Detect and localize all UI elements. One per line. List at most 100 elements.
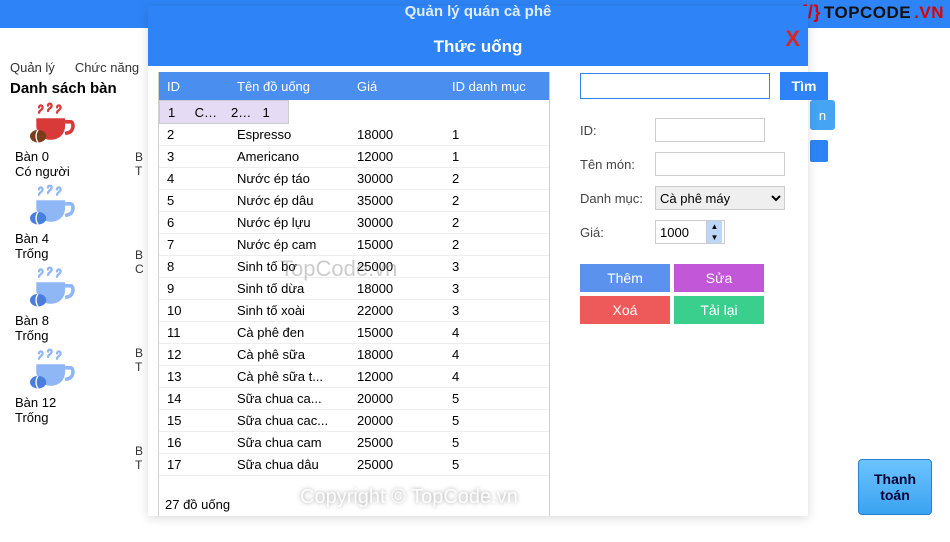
cell-price: 25000 — [349, 457, 444, 472]
cell-price: 15000 — [349, 325, 444, 340]
table-row[interactable]: 10Sinh tố xoài220003 — [159, 300, 549, 322]
partial-letter: T — [135, 164, 144, 178]
table-row[interactable]: 8Sinh tố bơ250003 — [159, 256, 549, 278]
table-item[interactable]: Bàn 4Trống — [15, 184, 150, 261]
table-row[interactable]: 6Nước ép lựu300002 — [159, 212, 549, 234]
form-panel: Tìm ID: Tên món: Danh mục: Cà phê máy Gi… — [550, 72, 834, 516]
table-row[interactable]: 13Cà phê sữa t...120004 — [159, 366, 549, 388]
cell-name: Nước ép táo — [229, 171, 349, 186]
cup-icon — [25, 102, 80, 147]
price-label: Giá: — [580, 225, 655, 240]
table-row[interactable]: 5Nước ép dâu350002 — [159, 190, 549, 212]
col-name[interactable]: Tên đồ uống — [229, 79, 349, 94]
cell-name: Cà phê đen — [229, 325, 349, 340]
table-status: Có người — [15, 164, 150, 179]
cell-cat: 2 — [444, 237, 549, 252]
cell-id: 16 — [159, 435, 229, 450]
sidebar-header: Danh sách bàn — [10, 80, 117, 97]
table-name: Bàn 8 — [15, 313, 150, 328]
cell-name: Nước ép cam — [229, 237, 349, 252]
cell-name: Cà phê sữa — [229, 347, 349, 362]
col-cat[interactable]: ID danh mục — [444, 79, 549, 94]
col-price[interactable]: Giá — [349, 79, 444, 94]
table-row[interactable]: 7Nước ép cam150002 — [159, 234, 549, 256]
pay-button[interactable]: Thanh toán — [858, 459, 932, 515]
cup-icon — [25, 348, 80, 393]
partial-letter: B — [135, 248, 144, 262]
spin-up-icon[interactable]: ▲ — [706, 221, 722, 232]
cell-id: 8 — [159, 259, 229, 274]
cell-cat: 3 — [444, 259, 549, 274]
cell-cat: 5 — [444, 391, 549, 406]
category-select[interactable]: Cà phê máy — [655, 186, 785, 210]
cell-price: 20000 — [349, 391, 444, 406]
cell-cat: 1 — [255, 105, 288, 120]
cell-cat: 5 — [444, 457, 549, 472]
table-row[interactable]: 11Cà phê đen150004 — [159, 322, 549, 344]
cell-name: Sinh tố bơ — [229, 259, 349, 274]
delete-button[interactable]: Xoá — [580, 296, 670, 324]
table-item[interactable]: Bàn 0Có người — [15, 102, 150, 179]
table-row[interactable]: 17Sữa chua dâu250005 — [159, 454, 549, 476]
table-row[interactable]: 14Sữa chua ca...200005 — [159, 388, 549, 410]
table-row[interactable]: 2Espresso180001 — [159, 124, 549, 146]
spin-down-icon[interactable]: ▼ — [706, 232, 722, 243]
table-item[interactable]: Bàn 8Trống — [15, 266, 150, 343]
cell-cat: 3 — [444, 281, 549, 296]
price-spinner[interactable]: ▲ ▼ — [655, 220, 725, 244]
search-button[interactable]: Tìm — [780, 72, 828, 100]
table-row[interactable]: 1Cappuccino250001 — [159, 100, 289, 124]
cell-id: 4 — [159, 171, 229, 186]
cell-id: 13 — [159, 369, 229, 384]
cell-id: 5 — [159, 193, 229, 208]
id-field[interactable] — [655, 118, 765, 142]
col-id[interactable]: ID — [159, 79, 229, 94]
partial-letter: B — [135, 346, 144, 360]
cell-id: 1 — [160, 105, 187, 120]
cell-name: Americano — [229, 149, 349, 164]
cell-price: 25000 — [349, 259, 444, 274]
partial-letter: C — [135, 262, 144, 276]
cell-price: 25000 — [223, 105, 255, 120]
table-row[interactable]: 3Americano120001 — [159, 146, 549, 168]
partial-letter: T — [135, 360, 144, 374]
cell-cat: 3 — [444, 303, 549, 318]
table-row[interactable]: 4Nước ép táo300002 — [159, 168, 549, 190]
table-name: Bàn 4 — [15, 231, 150, 246]
search-input[interactable] — [580, 73, 770, 99]
table-status: Trống — [15, 328, 150, 343]
modal-titlebar: Quản lý quán cà phê — [148, 6, 808, 34]
table-row[interactable]: 16Sữa chua cam250005 — [159, 432, 549, 454]
table-item[interactable]: Bàn 12Trống — [15, 348, 150, 425]
cell-cat: 2 — [444, 171, 549, 186]
table-row[interactable]: 15Sữa chua cac...200005 — [159, 410, 549, 432]
drinks-grid[interactable]: ID Tên đồ uống Giá ID danh mục 1Cappucci… — [158, 72, 550, 516]
cell-id: 9 — [159, 281, 229, 296]
cell-name: Sinh tố xoài — [229, 303, 349, 318]
table-row[interactable]: 12Cà phê sữa180004 — [159, 344, 549, 366]
cell-name: Sữa chua ca... — [229, 391, 349, 406]
id-label: ID: — [580, 123, 655, 138]
cell-name: Espresso — [229, 127, 349, 142]
drinks-modal: Quản lý quán cà phê X Thức uống ID Tên đ… — [148, 6, 808, 516]
cell-name: Sữa chua cam — [229, 435, 349, 450]
table-row[interactable]: 9Sinh tố dừa180003 — [159, 278, 549, 300]
menu-func[interactable]: Chức năng — [65, 58, 149, 77]
close-button[interactable]: X — [785, 26, 800, 52]
price-value[interactable] — [656, 225, 706, 240]
logo: {/} TOPCODE.VN — [800, 2, 944, 23]
menu-manage[interactable]: Quản lý — [0, 58, 65, 77]
cat-label: Danh mục: — [580, 191, 655, 206]
edit-button[interactable]: Sửa — [674, 264, 764, 292]
cell-name: Nước ép dâu — [229, 193, 349, 208]
cup-icon — [25, 266, 80, 311]
name-field[interactable] — [655, 152, 785, 176]
reload-button[interactable]: Tải lại — [674, 296, 764, 324]
cell-price: 30000 — [349, 171, 444, 186]
cell-cat: 2 — [444, 215, 549, 230]
cell-price: 35000 — [349, 193, 444, 208]
add-button[interactable]: Thêm — [580, 264, 670, 292]
cell-id: 6 — [159, 215, 229, 230]
table-status: Trống — [15, 410, 150, 425]
cell-price: 12000 — [349, 369, 444, 384]
